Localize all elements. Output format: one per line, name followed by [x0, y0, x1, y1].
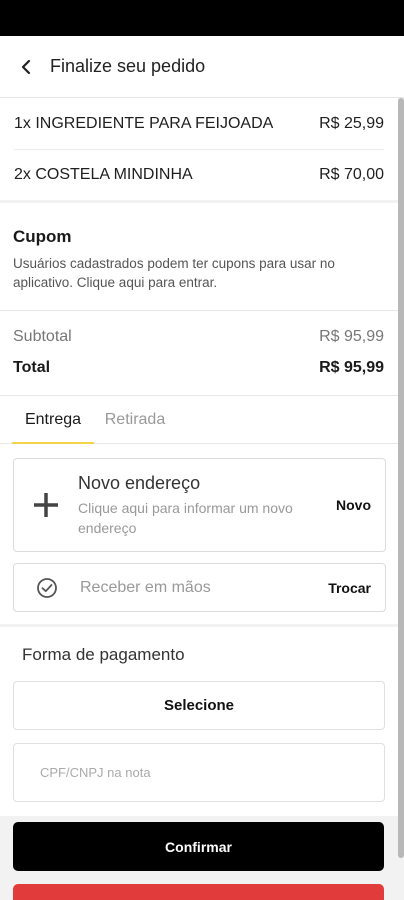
order-item-price: R$ 25,99 [319, 114, 384, 132]
plus-icon [14, 491, 78, 519]
coupon-section[interactable]: Cupom Usuários cadastrados podem ter cup… [0, 203, 398, 310]
cpf-input[interactable] [40, 765, 384, 780]
coupon-title: Cupom [13, 227, 72, 246]
app-header: Finalize seu pedido [0, 36, 404, 98]
tab-retirada[interactable]: Retirada [94, 396, 176, 443]
totals-section: Subtotal R$ 95,99 Total R$ 95,99 [0, 310, 398, 395]
status-bar [0, 0, 404, 36]
new-address-title: Novo endereço [78, 472, 201, 493]
payment-method-select[interactable]: Selecione [13, 681, 385, 730]
payment-section: Forma de pagamento Selecione [0, 627, 398, 816]
coupon-login-hint[interactable]: Usuários cadastrados podem ter cupons pa… [13, 254, 384, 292]
delivery-section: Novo endereço Clique aqui para informar … [0, 444, 398, 624]
delivery-tabs: Entrega Retirada [0, 395, 398, 444]
order-item: 2x COSTELA MINDINHA R$ 70,00 [14, 149, 384, 200]
total-value: R$ 95,99 [319, 358, 384, 376]
check-circle-icon [14, 577, 80, 599]
scrollbar[interactable] [398, 98, 404, 858]
receive-label: Receber em mãos [80, 578, 211, 596]
cpf-field[interactable] [13, 743, 385, 802]
order-item: 1x INGREDIENTE PARA FEIJOADA R$ 25,99 [14, 98, 384, 149]
checkout-content: 1x INGREDIENTE PARA FEIJOADA R$ 25,99 2x… [0, 98, 398, 900]
order-item-label: 1x INGREDIENTE PARA FEIJOADA [14, 114, 274, 132]
tab-entrega[interactable]: Entrega [12, 396, 94, 444]
order-item-label: 2x COSTELA MINDINHA [14, 166, 193, 183]
subtotal-row: Subtotal R$ 95,99 [13, 321, 384, 352]
change-button[interactable]: Trocar [328, 580, 371, 596]
confirm-button[interactable]: Confirmar [13, 822, 384, 871]
new-address-text: Novo endereço Clique aqui para informar … [78, 473, 336, 538]
total-label: Total [13, 358, 51, 376]
page-title: Finalize seu pedido [50, 56, 206, 76]
subtotal-value: R$ 95,99 [319, 327, 384, 345]
payment-title: Forma de pagamento [22, 645, 185, 664]
chevron-left-icon [21, 59, 31, 74]
total-row: Total R$ 95,99 [13, 352, 384, 383]
secondary-button[interactable] [13, 884, 384, 900]
order-item-price: R$ 70,00 [319, 166, 384, 183]
new-address-button[interactable]: Novo [336, 497, 371, 513]
back-button[interactable] [2, 43, 50, 91]
receive-option-card[interactable]: Receber em mãos Trocar [13, 563, 386, 612]
subtotal-label: Subtotal [13, 327, 72, 345]
order-items-list: 1x INGREDIENTE PARA FEIJOADA R$ 25,99 2x… [0, 98, 398, 200]
new-address-subtitle: Clique aqui para informar um novo endere… [78, 499, 293, 536]
new-address-card[interactable]: Novo endereço Clique aqui para informar … [13, 458, 386, 552]
